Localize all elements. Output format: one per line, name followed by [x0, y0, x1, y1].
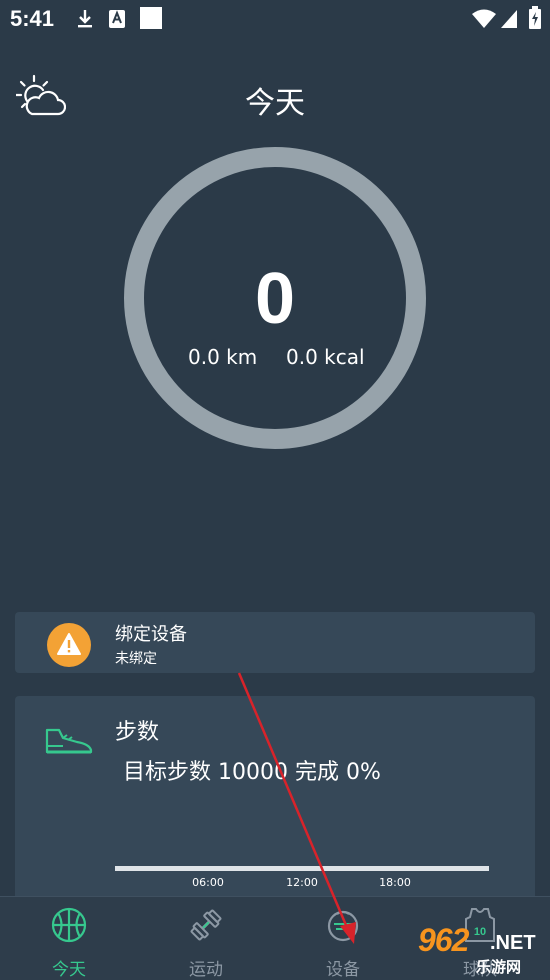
- steps-timeline-chart: 06:00 12:00 18:00: [115, 866, 489, 889]
- warning-icon: [57, 633, 81, 655]
- tick-1800: 18:00: [379, 876, 411, 889]
- bind-status: 未绑定: [115, 651, 157, 667]
- nav-device-label: 设备: [326, 960, 360, 980]
- site-watermark: 962 .NET 乐游网: [412, 922, 548, 976]
- timeline-axis: [115, 866, 489, 871]
- signal-icon: [501, 10, 517, 28]
- nav-device[interactable]: 设备: [293, 897, 393, 980]
- tick-1200: 12:00: [286, 876, 318, 889]
- nav-sport[interactable]: 运动: [156, 897, 256, 980]
- watermark-sub: 乐游网: [476, 958, 522, 976]
- download-icon: [78, 10, 92, 28]
- bind-device-title: 绑定设备: [115, 624, 187, 645]
- tick-0600: 06:00: [192, 876, 224, 889]
- nav-sport-label: 运动: [189, 960, 223, 980]
- placeholder-square-icon: [140, 7, 162, 29]
- watermark-number: 962: [418, 922, 469, 958]
- status-bar: 5:41: [0, 0, 550, 40]
- app-notification-icon: [109, 10, 125, 28]
- bind-device-card[interactable]: 绑定设备 未绑定: [15, 612, 535, 673]
- nav-today-label: 今天: [52, 960, 86, 980]
- distance-value: 0.0 km: [188, 345, 258, 369]
- wifi-icon: [472, 9, 496, 28]
- watermark-domain: .NET: [490, 932, 536, 954]
- warning-badge: [47, 623, 91, 667]
- status-time: 5:41: [10, 6, 55, 31]
- dumbbell-icon: [190, 909, 222, 941]
- basketball-icon: [51, 907, 87, 943]
- step-count: 0: [254, 259, 296, 339]
- page-title: 今天: [245, 86, 305, 121]
- device-icon: [327, 910, 359, 942]
- calories-value: 0.0 kcal: [286, 345, 365, 369]
- battery-icon: [529, 6, 541, 29]
- steps-card[interactable]: 步数 目标步数 10000 完成 0% 06:00 12:00 18:00: [15, 696, 535, 906]
- nav-today[interactable]: 今天: [19, 897, 119, 980]
